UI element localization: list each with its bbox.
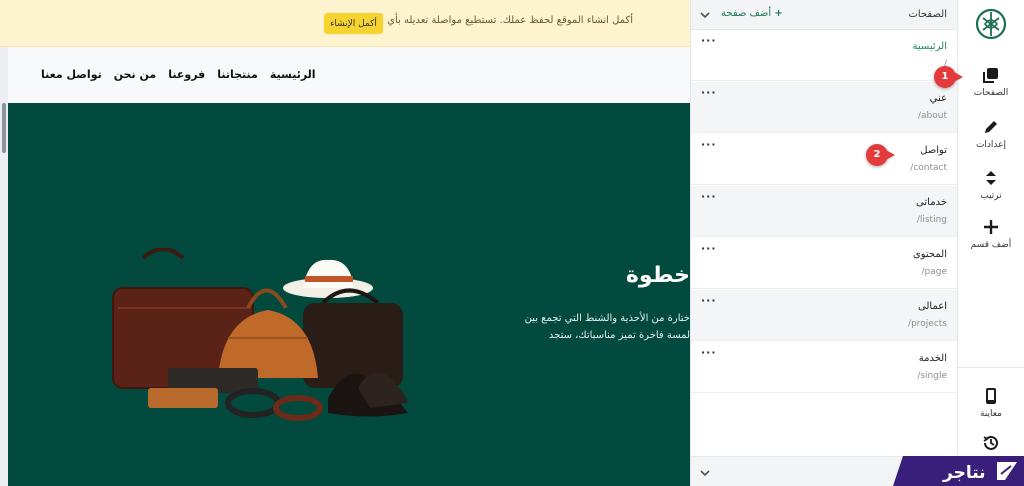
pencil-icon <box>985 121 997 133</box>
nav-item-branches[interactable]: فروعنا <box>168 68 205 81</box>
page-name: خدماتى <box>916 197 947 208</box>
notice-text: أكمل انشاء الموقع لحفظ عملك. تستطيع مواص… <box>364 15 633 26</box>
sidebar-item-pages[interactable]: الصفحات <box>958 62 1024 110</box>
sidebar-item-label: الصفحات <box>973 88 1009 98</box>
pages-panel: الصفحات + أضف صفحة الرئيسية / ··· عني /a… <box>690 0 958 486</box>
page-item-contact[interactable]: تواصل /contact ··· <box>691 134 957 185</box>
page-slug: /about <box>918 111 947 121</box>
nav-item-contact[interactable]: تواصل معنا <box>41 68 102 81</box>
page-item-home[interactable]: الرئيسية / ··· <box>691 30 957 81</box>
page-item-projects[interactable]: اعمالى /projects ··· <box>691 290 957 341</box>
editor-window: أكمل انشاء الموقع لحفظ عملك. تستطيع مواص… <box>0 0 1024 486</box>
callout-arrow <box>954 72 963 82</box>
add-page-label: أضف صفحة <box>721 8 772 19</box>
sidebar-divider <box>958 367 1024 368</box>
hero-description-line: ختارة من الأحذية والشنط التي تجمع بين <box>524 313 690 324</box>
sidebar-item-sort[interactable]: ترتيب <box>958 165 1024 213</box>
sidebar-item-label: إعدادات <box>975 140 1007 150</box>
add-page-button[interactable]: + أضف صفحة <box>721 8 783 19</box>
plus-icon <box>984 220 998 234</box>
page-item-about[interactable]: عني /about ··· <box>691 82 957 133</box>
more-options-icon[interactable]: ··· <box>701 34 717 47</box>
more-options-icon[interactable]: ··· <box>701 86 717 99</box>
hero-title: خطوة <box>625 263 690 288</box>
complete-setup-button[interactable]: أكمل الإنشاء <box>324 13 383 34</box>
page-name: تواصل <box>920 145 947 156</box>
chevron-down-icon[interactable] <box>699 9 711 21</box>
page-name: عني <box>929 93 947 104</box>
panel-title: الصفحات <box>908 9 947 20</box>
page-name: الرئيسية <box>912 41 947 52</box>
bags-shoes-image <box>112 248 408 421</box>
page-item-listing[interactable]: خدماتى /listing ··· <box>691 186 957 237</box>
pages-icon <box>983 68 998 83</box>
sort-icon <box>986 171 996 185</box>
nav-item-products[interactable]: منتجاتنا <box>217 68 258 81</box>
hero-section[interactable]: خطوة ختارة من الأحذية والشنط التي تجمع ب… <box>8 103 690 486</box>
sidebar-item-label: معاينة <box>980 409 1002 419</box>
watermark-text: نتاجر <box>942 463 986 483</box>
site-preview: أكمل انشاء الموقع لحفظ عملك. تستطيع مواص… <box>0 0 690 486</box>
nav-item-home[interactable]: الرئيسية <box>270 68 316 81</box>
page-slug: /listing <box>916 215 947 225</box>
pages-panel-header: الصفحات + أضف صفحة <box>691 0 957 30</box>
site-navbar: الرئيسية منتجاتنا فروعنا من نحن تواصل مع… <box>8 47 690 103</box>
history-icon[interactable] <box>982 434 1000 452</box>
page-slug: /projects <box>908 319 947 329</box>
page-name: اعمالى <box>918 301 947 312</box>
mobile-icon <box>986 388 996 404</box>
sidebar-item-add-section[interactable]: أضف قسم <box>958 214 1024 262</box>
more-options-icon[interactable]: ··· <box>701 294 717 307</box>
page-slug: /single <box>917 371 947 381</box>
more-options-icon[interactable]: ··· <box>701 242 717 255</box>
more-options-icon[interactable]: ··· <box>701 138 717 151</box>
preview-scrollbar[interactable] <box>0 47 8 486</box>
page-slug: /contact <box>910 163 947 173</box>
sidebar-item-preview[interactable]: معاينة <box>958 383 1024 431</box>
page-item-single[interactable]: الخدمة /single ··· <box>691 342 957 393</box>
more-options-icon[interactable]: ··· <box>701 346 717 359</box>
brand-watermark: ظ نتاجر <box>893 456 1024 486</box>
page-name: المحتوى <box>912 249 947 260</box>
sidebar-item-label: أضف قسم <box>970 240 1012 250</box>
more-options-icon[interactable]: ··· <box>701 190 717 203</box>
page-slug: /page <box>921 267 947 277</box>
nav-item-about[interactable]: من نحن <box>114 68 157 81</box>
callout-arrow <box>886 150 895 160</box>
page-name: الخدمة <box>918 353 947 364</box>
page-item-page[interactable]: المحتوى /page ··· <box>691 238 957 289</box>
sidebar-item-settings[interactable]: إعدادات <box>958 114 1024 162</box>
notice-bar: أكمل انشاء الموقع لحفظ عملك. تستطيع مواص… <box>0 0 690 47</box>
plus-icon: + <box>774 8 783 19</box>
sidebar-item-label: ترتيب <box>980 191 1002 201</box>
logo-icon <box>975 8 1007 40</box>
hero-description-line: لمسة فاخرة تميز مناسباتك، ستجد <box>548 330 690 341</box>
editor-sidebar: الصفحات إعدادات ترتيب أضف قسم معاينة <box>958 0 1024 486</box>
chevron-down-icon[interactable] <box>699 467 711 479</box>
callout-badge-2: 2 <box>866 144 888 166</box>
scrollbar-thumb[interactable] <box>2 103 6 153</box>
callout-badge-1: 1 <box>934 66 956 88</box>
watermark-partial-text: ظ <box>897 466 911 481</box>
